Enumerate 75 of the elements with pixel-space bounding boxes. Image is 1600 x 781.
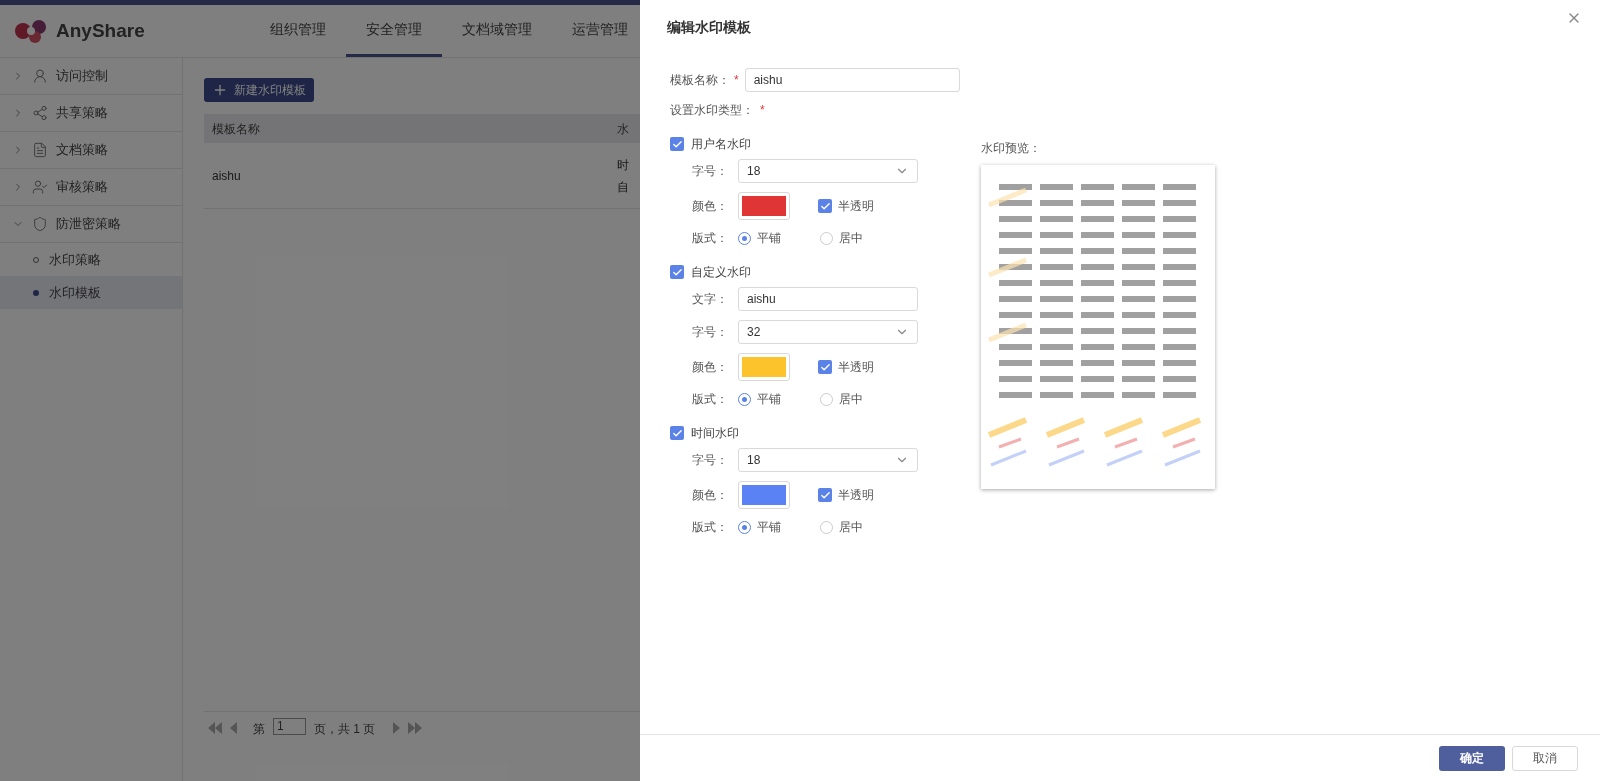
sidebar-item[interactable]: 共享策略 — [0, 95, 182, 132]
radio-button[interactable] — [738, 392, 751, 406]
checkbox-label: 时间水印 — [691, 425, 739, 442]
field-label: 颜色： — [692, 487, 729, 504]
template-name-field[interactable]: aishu — [744, 68, 960, 92]
new-template-button[interactable]: 新建水印模板 — [204, 78, 314, 102]
radio-label: 平铺 — [757, 519, 781, 536]
radio-button[interactable] — [738, 231, 751, 245]
drawer-title: 编辑水印模板 — [667, 18, 751, 37]
column-header: 水 — [617, 120, 629, 138]
logo-icon — [14, 18, 48, 44]
last-page-icon[interactable] — [408, 722, 423, 734]
radio-label: 平铺 — [757, 230, 781, 247]
field-label: 版式： — [692, 519, 729, 536]
first-page-icon[interactable] — [208, 722, 222, 734]
radio-label: 平铺 — [757, 391, 781, 408]
text-input-field[interactable]: aishu — [738, 287, 918, 311]
checkbox[interactable] — [670, 426, 684, 440]
checkbox-label: 半透明 — [838, 359, 874, 376]
checkbox[interactable] — [818, 360, 832, 374]
table-cell-text: 自 — [617, 178, 629, 196]
cancel-button[interactable]: 取消 — [1512, 745, 1578, 771]
field-label: 字号： — [692, 452, 729, 469]
field-label: 模板名称： — [670, 72, 730, 89]
pagination-text: 第 — [253, 721, 265, 738]
font-size-select[interactable]: 18 — [738, 448, 918, 472]
radio-button[interactable] — [820, 392, 833, 406]
field-label: 字号： — [692, 163, 729, 180]
person-icon — [32, 68, 48, 84]
checkbox[interactable] — [670, 137, 684, 151]
share-icon — [32, 105, 48, 121]
page-input-field[interactable]: 1 — [273, 718, 306, 735]
checkbox-label: 自定义水印 — [691, 264, 751, 281]
checkbox[interactable] — [670, 265, 684, 279]
document-icon — [32, 142, 48, 158]
sidebar-item[interactable]: 文档策略 — [0, 132, 182, 169]
radio-label: 居中 — [839, 230, 863, 247]
plus-icon — [212, 82, 228, 98]
field-label: 字号： — [692, 324, 729, 341]
table-cell-text: 时 — [617, 156, 629, 174]
nav-tab[interactable]: 组织管理 — [250, 5, 346, 57]
checkbox[interactable] — [818, 199, 832, 213]
radio-button[interactable] — [820, 520, 833, 534]
checkbox-label: 用户名水印 — [691, 136, 751, 153]
checkbox-label: 半透明 — [838, 198, 874, 215]
pagination-text: 页，共 1 页 — [314, 721, 376, 738]
font-size-select[interactable]: 32 — [738, 320, 918, 344]
nav-tab[interactable]: 文档域管理 — [442, 5, 552, 57]
field-label: 文字： — [692, 291, 729, 308]
required-mark: * — [760, 102, 765, 119]
field-label: 颜色： — [692, 359, 729, 376]
next-page-icon[interactable] — [393, 722, 401, 734]
column-header: 模板名称 — [211, 120, 261, 138]
sidebar-item[interactable]: 审核策略 — [0, 169, 182, 206]
person-check-icon — [32, 179, 48, 195]
radio-button[interactable] — [820, 231, 833, 245]
table-cell-text: aishu — [211, 167, 242, 185]
sidebar-item[interactable]: 访问控制 — [0, 58, 182, 95]
previous-page-icon[interactable] — [230, 722, 237, 734]
radio-button[interactable] — [738, 520, 751, 534]
field-label: 版式： — [692, 391, 729, 408]
radio-label: 居中 — [839, 519, 863, 536]
checkbox-label: 半透明 — [838, 487, 874, 504]
logo-text: AnyShare — [56, 18, 145, 43]
shield-icon — [32, 216, 48, 232]
field-label: 颜色： — [692, 198, 729, 215]
sidebar-subitem[interactable]: 水印模板 — [0, 276, 182, 309]
font-size-select[interactable]: 18 — [738, 159, 918, 183]
field-label: 版式： — [692, 230, 729, 247]
radio-label: 居中 — [839, 391, 863, 408]
required-mark: * — [734, 72, 739, 89]
field-label: 设置水印类型： — [670, 102, 754, 119]
confirm-button[interactable]: 确定 — [1439, 745, 1505, 771]
preview-label: 水印预览： — [981, 140, 1042, 157]
checkbox[interactable] — [818, 488, 832, 502]
